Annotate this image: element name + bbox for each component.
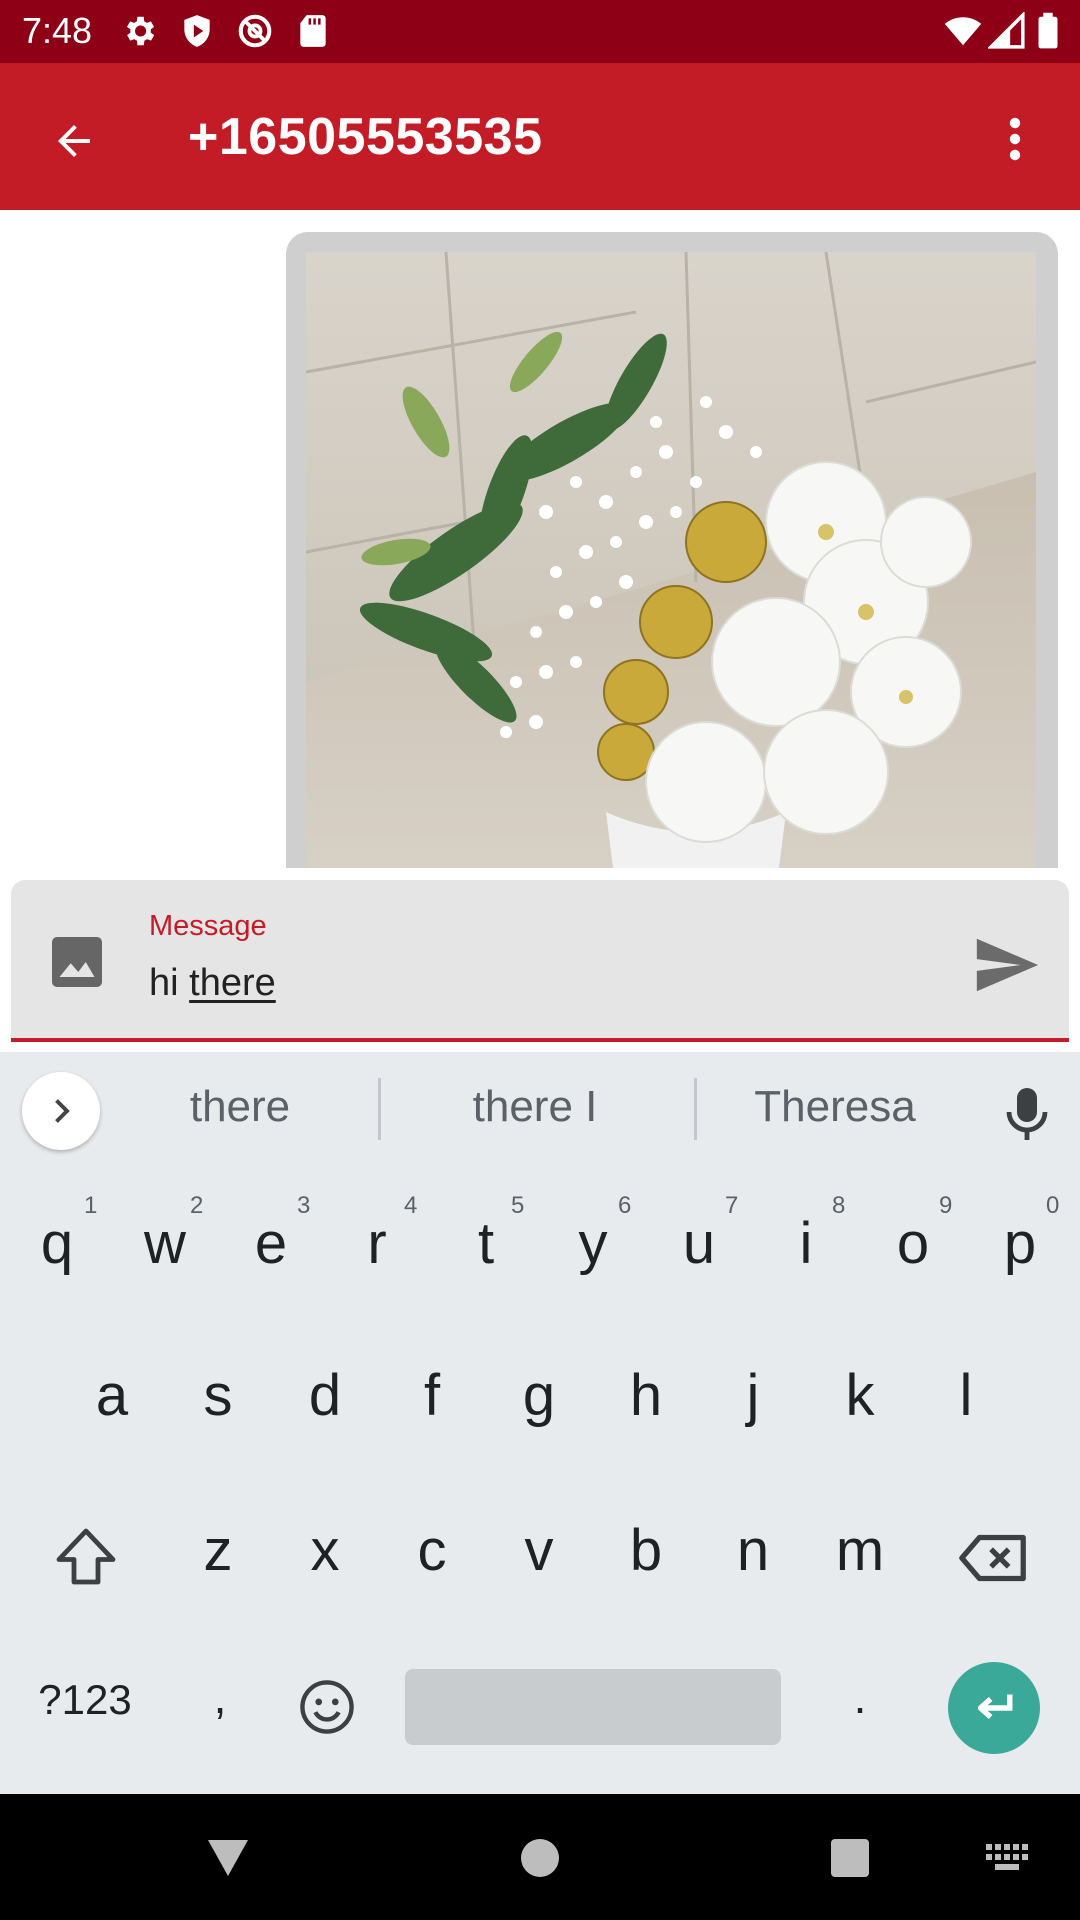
back-triangle-icon[interactable]	[206, 1838, 250, 1878]
image-icon	[52, 937, 102, 987]
settings-icon	[126, 16, 155, 46]
key-hint-1: 1	[84, 1192, 98, 1219]
key-s[interactable]: s	[178, 1362, 258, 1429]
keyboard-switch-icon[interactable]	[986, 1844, 1030, 1872]
message-input[interactable]: hi there	[149, 962, 276, 1005]
messaging-screen: 7:48 +16505553535 Message hi there there…	[0, 0, 1080, 1920]
status-time: 7:48	[22, 10, 93, 51]
key-g[interactable]: g	[499, 1362, 579, 1429]
key-period[interactable]: .	[820, 1670, 900, 1724]
wifi-icon	[944, 17, 982, 46]
shield-play-icon	[184, 15, 210, 47]
suggestion-strip: there there I Theresa	[0, 1052, 1080, 1168]
home-circle-icon[interactable]	[520, 1838, 560, 1878]
recents-square-icon[interactable]	[830, 1838, 870, 1878]
key-i[interactable]: i	[766, 1210, 846, 1277]
suggestion-expand-button[interactable]	[22, 1072, 100, 1150]
enter-arrow-icon	[977, 1694, 1013, 1720]
key-hint-7: 7	[725, 1192, 739, 1219]
smiley-icon	[300, 1680, 354, 1734]
suggestion-3[interactable]: Theresa	[730, 1082, 940, 1132]
key-n[interactable]: n	[713, 1517, 793, 1584]
conversation-list[interactable]	[0, 210, 1080, 868]
key-comma[interactable]: ,	[180, 1670, 260, 1724]
send-button[interactable]	[971, 930, 1041, 1000]
key-a[interactable]: a	[72, 1362, 152, 1429]
key-j[interactable]: j	[713, 1362, 793, 1429]
key-w[interactable]: w	[125, 1210, 205, 1277]
shift-arrow-icon	[56, 1528, 116, 1585]
conversation-title: +16505553535	[188, 108, 543, 166]
key-b[interactable]: b	[606, 1517, 686, 1584]
soft-keyboard: there there I Theresa q 1 w 2 e 3 r 4 t	[0, 1052, 1080, 1794]
more-options-button[interactable]	[990, 99, 1040, 179]
battery-icon	[1038, 12, 1058, 49]
message-field-label: Message	[149, 910, 267, 942]
key-m[interactable]: m	[820, 1517, 900, 1584]
suggestion-1[interactable]: there	[130, 1082, 350, 1132]
key-y[interactable]: y	[553, 1210, 633, 1277]
key-h[interactable]: h	[606, 1362, 686, 1429]
attached-photo[interactable]	[306, 252, 1036, 868]
key-hint-6: 6	[618, 1192, 632, 1219]
suggestion-2[interactable]: there I	[420, 1082, 650, 1132]
send-icon	[976, 938, 1039, 992]
key-q[interactable]: q	[17, 1210, 97, 1277]
microphone-icon	[1006, 1088, 1048, 1140]
backspace-icon	[959, 1534, 1026, 1582]
backspace-key[interactable]	[956, 1522, 1032, 1594]
status-bar: 7:48	[0, 0, 1080, 63]
key-hint-3: 3	[297, 1192, 311, 1219]
suggestion-divider	[694, 1078, 697, 1140]
symbols-key[interactable]: ?123	[20, 1676, 150, 1724]
emoji-key[interactable]	[296, 1676, 358, 1738]
chevron-right-icon	[55, 1099, 70, 1123]
more-vert-icon	[1009, 117, 1021, 161]
key-v[interactable]: v	[499, 1517, 579, 1584]
back-button[interactable]	[34, 101, 114, 181]
key-o[interactable]: o	[873, 1210, 953, 1277]
key-u[interactable]: u	[659, 1210, 739, 1277]
attach-image-button[interactable]	[47, 932, 107, 992]
app-bar: +16505553535	[0, 63, 1080, 210]
key-hint-4: 4	[404, 1192, 418, 1219]
message-text-composing: there	[189, 962, 276, 1004]
key-e[interactable]: e	[231, 1210, 311, 1277]
key-hint-5: 5	[511, 1192, 525, 1219]
voice-input-button[interactable]	[1002, 1086, 1052, 1142]
key-p[interactable]: p	[980, 1210, 1060, 1277]
key-c[interactable]: c	[392, 1517, 472, 1584]
enter-key[interactable]	[948, 1662, 1040, 1754]
space-key[interactable]	[405, 1669, 781, 1745]
arrow-back-icon	[58, 125, 90, 157]
navigation-bar	[0, 1794, 1080, 1920]
key-r[interactable]: r	[337, 1210, 417, 1277]
at-sign-icon	[238, 14, 272, 48]
flower-bouquet-image	[306, 252, 1036, 868]
key-hint-2: 2	[190, 1192, 204, 1219]
suggestion-divider	[378, 1078, 381, 1140]
key-d[interactable]: d	[285, 1362, 365, 1429]
key-x[interactable]: x	[285, 1517, 365, 1584]
key-hint-0: 0	[1046, 1192, 1060, 1219]
shift-key[interactable]	[50, 1522, 122, 1594]
key-t[interactable]: t	[446, 1210, 526, 1277]
key-hint-8: 8	[832, 1192, 846, 1219]
key-l[interactable]: l	[926, 1362, 1006, 1429]
sd-card-icon	[300, 15, 326, 47]
compose-bar: Message hi there	[11, 880, 1069, 1042]
key-k[interactable]: k	[820, 1362, 900, 1429]
image-message-bubble[interactable]	[286, 232, 1058, 868]
key-f[interactable]: f	[392, 1362, 472, 1429]
key-hint-9: 9	[939, 1192, 953, 1219]
message-text: hi	[149, 962, 190, 1004]
key-z[interactable]: z	[178, 1517, 258, 1584]
signal-icon	[988, 12, 1025, 49]
